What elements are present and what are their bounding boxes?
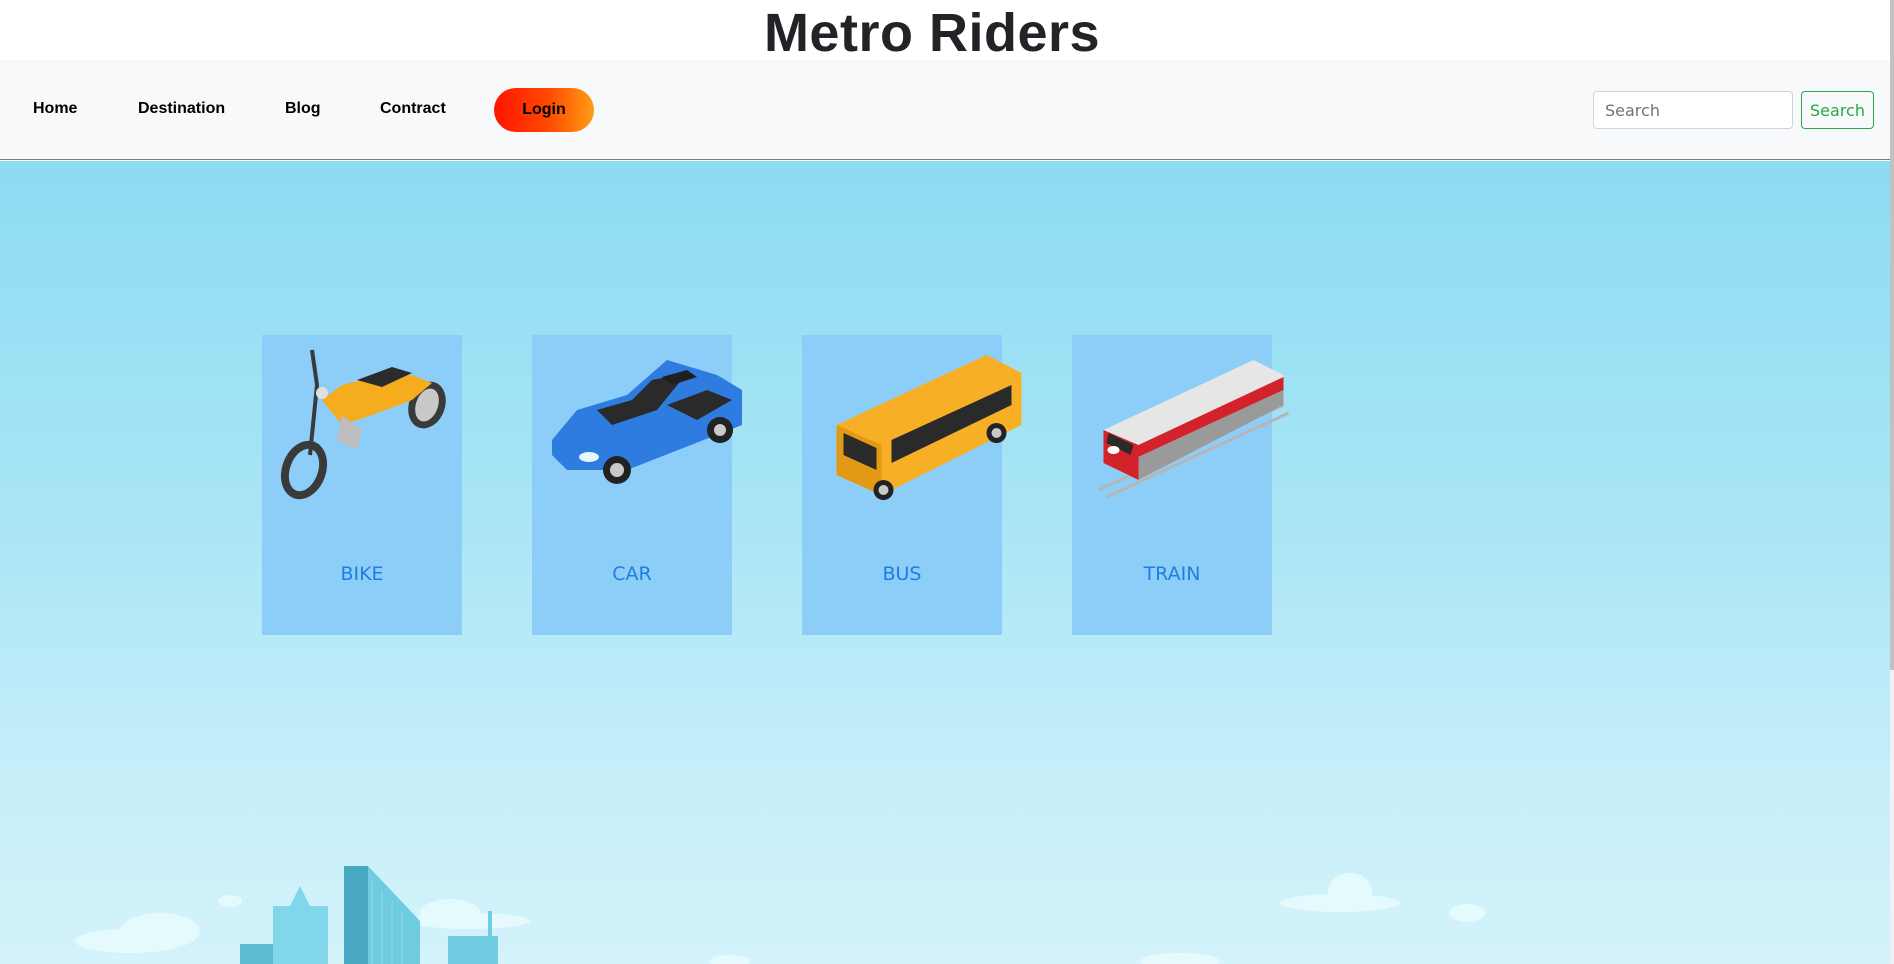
nav-home-link[interactable]: Home (33, 100, 77, 118)
nav-destination-link[interactable]: Destination (138, 100, 225, 118)
vehicle-card-train[interactable]: TRAIN (1072, 335, 1290, 635)
scrollbar-thumb[interactable] (1890, 0, 1894, 670)
car-icon (552, 360, 742, 484)
bus-icon (836, 355, 1022, 500)
train-icon (1097, 360, 1290, 499)
vehicle-label-train: TRAIN (1143, 563, 1201, 585)
vehicle-card-bike[interactable]: BIKE (262, 335, 462, 635)
motorcycle-icon (280, 349, 446, 500)
site-header: Metro Riders (0, 0, 1894, 63)
hero-section: BIKE CAR BUS TRAIN (0, 161, 1890, 964)
login-button[interactable]: Login (494, 88, 594, 132)
vehicle-label-bus: BUS (882, 563, 922, 585)
site-title: Metro Riders (763, 3, 1101, 63)
vehicle-label-bike: BIKE (340, 563, 384, 585)
nav-blog-link[interactable]: Blog (285, 100, 321, 118)
nav-contract-link[interactable]: Contract (380, 100, 446, 118)
vehicle-card-bus[interactable]: BUS (802, 335, 1022, 635)
vehicle-label-car: CAR (612, 563, 652, 585)
vehicle-card-car[interactable]: CAR (532, 335, 742, 635)
navbar: Home Destination Blog Contract Login Sea… (0, 60, 1890, 160)
search-button[interactable]: Search (1801, 91, 1874, 129)
search-input[interactable] (1593, 91, 1793, 129)
